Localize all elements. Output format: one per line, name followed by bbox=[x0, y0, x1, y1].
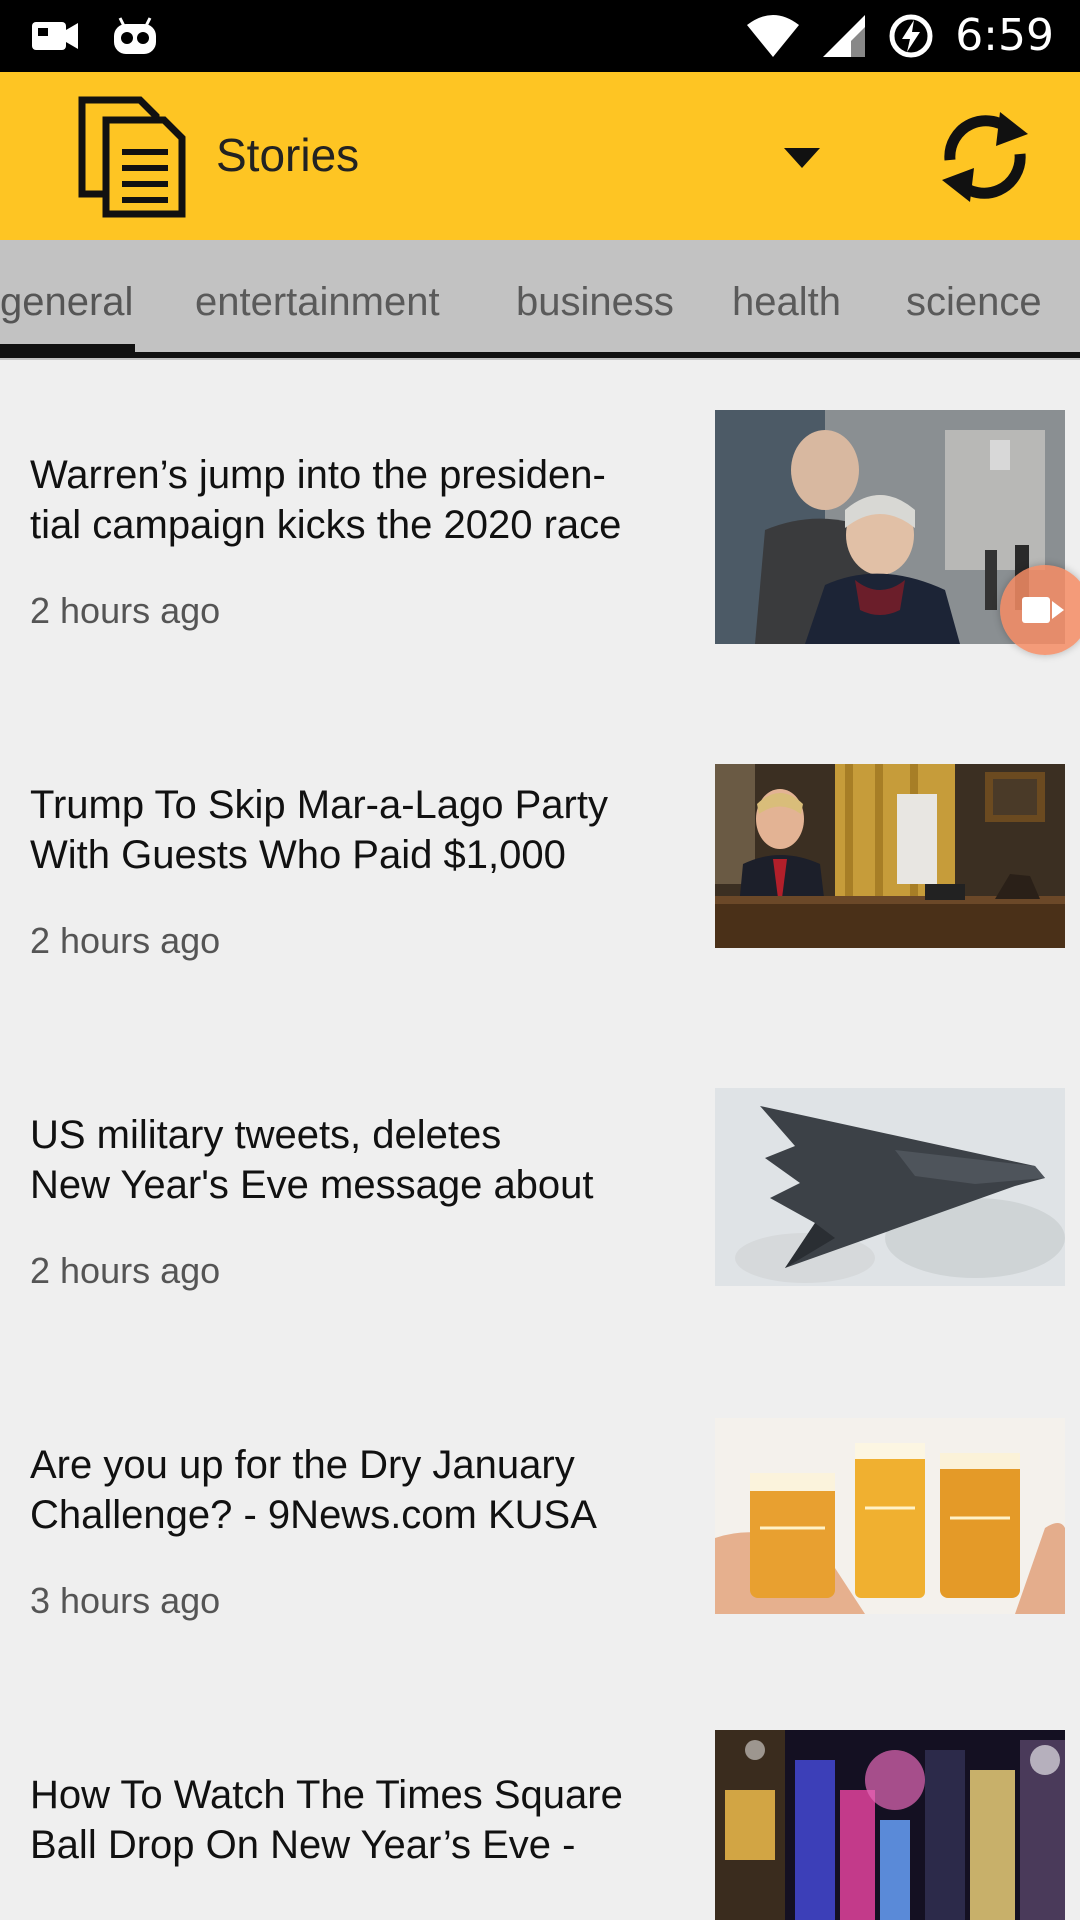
story-time: 2 hours ago bbox=[30, 1250, 221, 1291]
trump-office-photo[interactable] bbox=[715, 764, 1065, 948]
app-bar: Stories bbox=[0, 72, 1080, 240]
story-item[interactable]: How To Watch The Times Square Ball Drop … bbox=[0, 1730, 1080, 1920]
story-time: 2 hours ago bbox=[30, 920, 221, 961]
story-item[interactable]: Are you up for the Dry January Challenge… bbox=[0, 1418, 1080, 1621]
tab-business[interactable]: business bbox=[516, 280, 674, 325]
android-debug-icon bbox=[114, 17, 156, 54]
clock: 6:59 bbox=[955, 10, 1054, 61]
category-tabs: general entertainment business health sc… bbox=[0, 240, 1080, 360]
tab-science[interactable]: science bbox=[906, 280, 1042, 325]
times-square-photo[interactable] bbox=[715, 1730, 1065, 1920]
story-item[interactable]: Trump To Skip Mar-a-Lago Party With Gues… bbox=[0, 760, 1080, 961]
tab-entertainment[interactable]: entertainment bbox=[195, 280, 440, 325]
tab-general[interactable]: general bbox=[0, 280, 133, 325]
story-headline: Warren’s jump into the presiden- tial ca… bbox=[30, 453, 622, 547]
story-time: 3 hours ago bbox=[30, 1580, 221, 1621]
status-bar: 6:59 bbox=[0, 0, 1080, 72]
tab-divider bbox=[0, 352, 1080, 358]
story-headline: How To Watch The Times Square Ball Drop … bbox=[30, 1773, 623, 1867]
beer-toast-photo[interactable] bbox=[715, 1418, 1065, 1614]
story-item[interactable]: US military tweets, deletes New Year's E… bbox=[0, 1088, 1080, 1291]
tab-selected-indicator bbox=[0, 344, 135, 352]
app-title: Stories bbox=[216, 129, 360, 181]
stealth-bomber-photo[interactable] bbox=[715, 1088, 1065, 1286]
tab-health[interactable]: health bbox=[732, 280, 841, 325]
battery-charging-icon bbox=[889, 14, 933, 57]
video-record-button[interactable] bbox=[1000, 565, 1080, 655]
story-headline: US military tweets, deletes New Year's E… bbox=[30, 1113, 594, 1207]
dropdown-arrow-icon[interactable] bbox=[780, 142, 824, 172]
video-record-icon bbox=[1022, 597, 1064, 623]
story-headline: Are you up for the Dry January Challenge… bbox=[30, 1443, 597, 1537]
document-icon[interactable] bbox=[78, 96, 188, 218]
story-item[interactable]: Warren’s jump into the presiden- tial ca… bbox=[0, 410, 1080, 650]
wifi-icon bbox=[747, 14, 800, 57]
story-time: 2 hours ago bbox=[30, 590, 221, 631]
cell-signal-icon bbox=[823, 14, 866, 57]
story-headline: Trump To Skip Mar-a-Lago Party With Gues… bbox=[30, 783, 608, 877]
refresh-icon[interactable] bbox=[930, 102, 1040, 212]
video-camera-icon bbox=[32, 22, 78, 50]
